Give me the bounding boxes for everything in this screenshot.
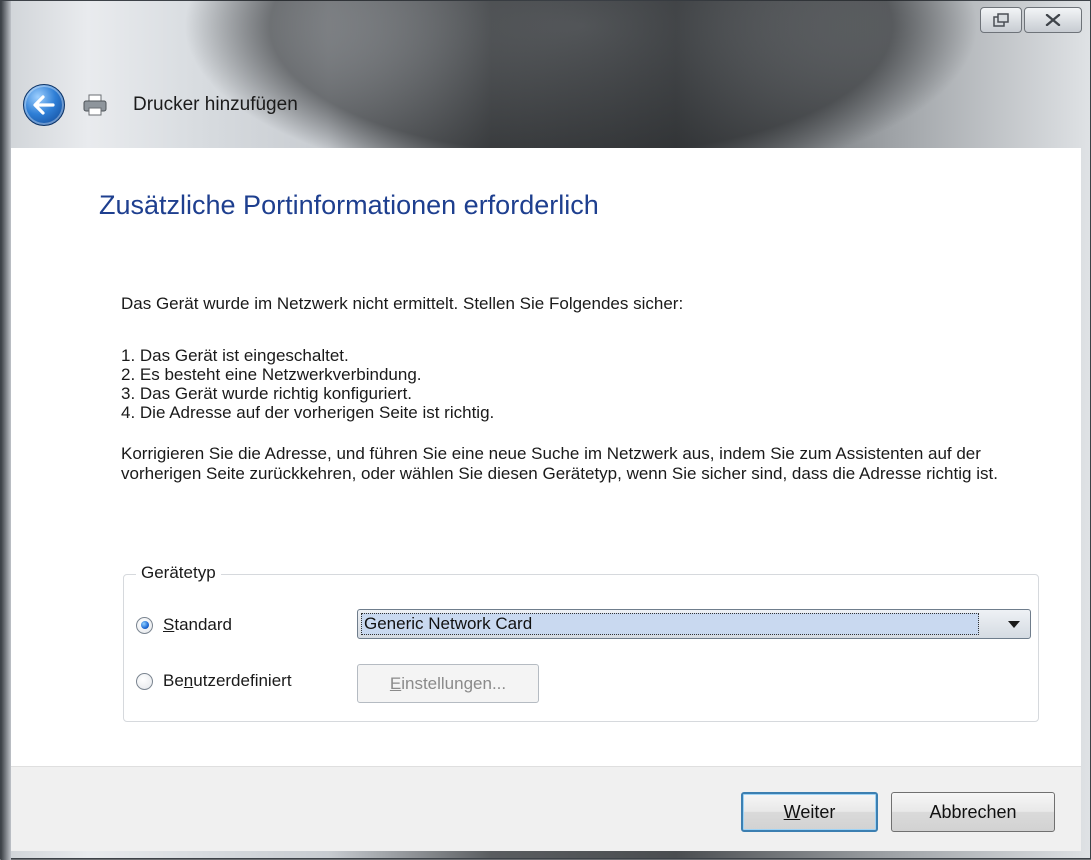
window-frame-left [1,1,11,860]
device-type-dropdown[interactable]: Generic Network Card [357,609,1031,639]
radio-standard[interactable]: Standard [136,615,232,635]
device-type-group: Gerätetyp Standard Generic Network Card … [123,563,1039,722]
chevron-down-icon [1008,621,1020,628]
close-icon [1045,14,1061,26]
wizard-title: Drucker hinzufügen [133,94,298,115]
checklist-item: 1. Das Gerät ist eingeschaltet. [121,346,349,365]
instruction-paragraph: Korrigieren Sie die Adresse, und führen … [121,444,998,483]
restore-button[interactable] [980,7,1022,33]
radio-custom[interactable]: Benutzerdefiniert [136,671,292,691]
back-button[interactable] [23,84,65,126]
wizard-header: Drucker hinzufügen [23,83,298,127]
radio-button[interactable] [136,672,153,690]
dropdown-value: Generic Network Card [361,613,979,635]
checklist-item: 2. Es besteht eine Netzwerkverbindung. [121,365,422,384]
page-heading: Zusätzliche Portinformationen erforderli… [99,190,599,220]
radio-standard-label: Standard [163,615,233,634]
radio-button-selected[interactable] [136,616,153,634]
back-arrow-icon [33,95,55,115]
wizard-footer: Weiter Abbrechen [11,766,1081,851]
next-button[interactable]: Weiter [741,792,878,832]
printer-icon [83,94,107,116]
caption-buttons [980,7,1082,33]
restore-icon [993,13,1009,27]
checklist-item: 3. Das Gerät wurde richtig konfiguriert. [121,384,413,403]
cancel-button[interactable]: Abbrechen [891,792,1055,832]
wizard-content: Zusätzliche Portinformationen erforderli… [11,148,1081,766]
checklist-item: 4. Die Adresse auf der vorherigen Seite … [121,403,495,422]
intro-text: Das Gerät wurde im Netzwerk nicht ermitt… [121,294,684,313]
checklist: 1. Das Gerät ist eingeschaltet. 2. Es be… [121,346,494,422]
wizard-window: Drucker hinzufügen Zusätzliche Portinfor… [0,0,1091,860]
group-legend: Gerätetyp [136,563,221,583]
radio-custom-label: Benutzerdefiniert [163,671,292,690]
close-button[interactable] [1024,7,1082,33]
radio-dot [140,621,149,629]
settings-button[interactable]: Einstellungen... [357,664,539,703]
